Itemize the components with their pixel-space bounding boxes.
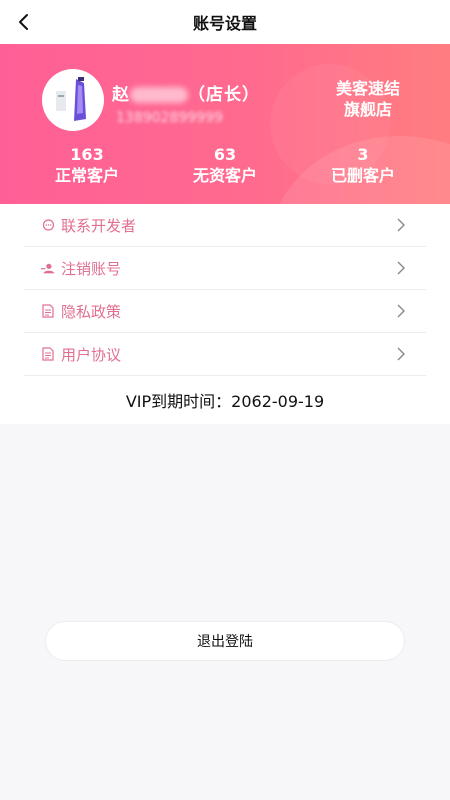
menu-item-deactivate-account[interactable]: 注销账号 xyxy=(24,247,426,290)
menu-label: 注销账号 xyxy=(61,259,122,278)
menu-label: 用户协议 xyxy=(61,345,122,364)
stat-value: 3 xyxy=(357,145,369,164)
stat-value: 163 xyxy=(70,145,104,164)
menu-label: 联系开发者 xyxy=(61,216,137,235)
stat-value: 63 xyxy=(213,145,237,164)
stat-label: 已删客户 xyxy=(330,166,395,185)
shop-name-line1: 美客速结 xyxy=(335,79,400,98)
page-title: 账号设置 xyxy=(192,14,257,33)
profile-header: 赵 （店长） 138902899999 美客速结 旗舰店 163 正常客户 63 … xyxy=(0,44,450,204)
stat-label: 无资客户 xyxy=(192,166,257,185)
user-remove-icon xyxy=(41,261,55,275)
menu-item-privacy-policy[interactable]: 隐私政策 xyxy=(24,290,426,333)
shop-name-line2: 旗舰店 xyxy=(343,100,392,119)
chevron-right-icon xyxy=(397,218,405,232)
redacted-name xyxy=(130,87,188,103)
stat-label: 正常客户 xyxy=(54,166,119,185)
user-role: （店长） xyxy=(188,85,260,105)
stat-normal-customers[interactable]: 163 正常客户 xyxy=(27,145,147,187)
document-icon xyxy=(41,347,55,361)
stat-deleted-customers[interactable]: 3 已删客户 xyxy=(303,145,423,187)
shop-name: 美客速结 旗舰店 xyxy=(328,78,408,120)
avatar[interactable] xyxy=(42,69,104,131)
chevron-right-icon xyxy=(397,304,405,318)
menu-label: 隐私政策 xyxy=(61,302,122,321)
back-button[interactable] xyxy=(10,8,38,36)
chevron-right-icon xyxy=(397,261,405,275)
chevron-right-icon xyxy=(397,347,405,361)
chevron-left-icon xyxy=(19,14,28,30)
stat-unqualified-customers[interactable]: 63 无资客户 xyxy=(165,145,285,187)
document-icon xyxy=(41,304,55,318)
chat-icon xyxy=(41,218,55,232)
user-name: 赵 （店长） xyxy=(112,80,260,105)
user-phone: 138902899999 xyxy=(116,110,223,126)
product-image xyxy=(46,73,100,127)
user-name-text: 赵 xyxy=(112,85,130,105)
top-nav-bar: 账号设置 xyxy=(0,0,450,44)
vip-expiry-text: VIP到期时间：2062-09-19 xyxy=(125,392,325,411)
settings-menu: 联系开发者 注销账号 隐私政策 用户协议 VIP到期时间：2062-09-19 xyxy=(0,204,450,424)
logout-button[interactable]: 退出登陆 xyxy=(45,621,405,661)
menu-item-user-agreement[interactable]: 用户协议 xyxy=(24,333,426,376)
menu-item-contact-developer[interactable]: 联系开发者 xyxy=(24,204,426,247)
